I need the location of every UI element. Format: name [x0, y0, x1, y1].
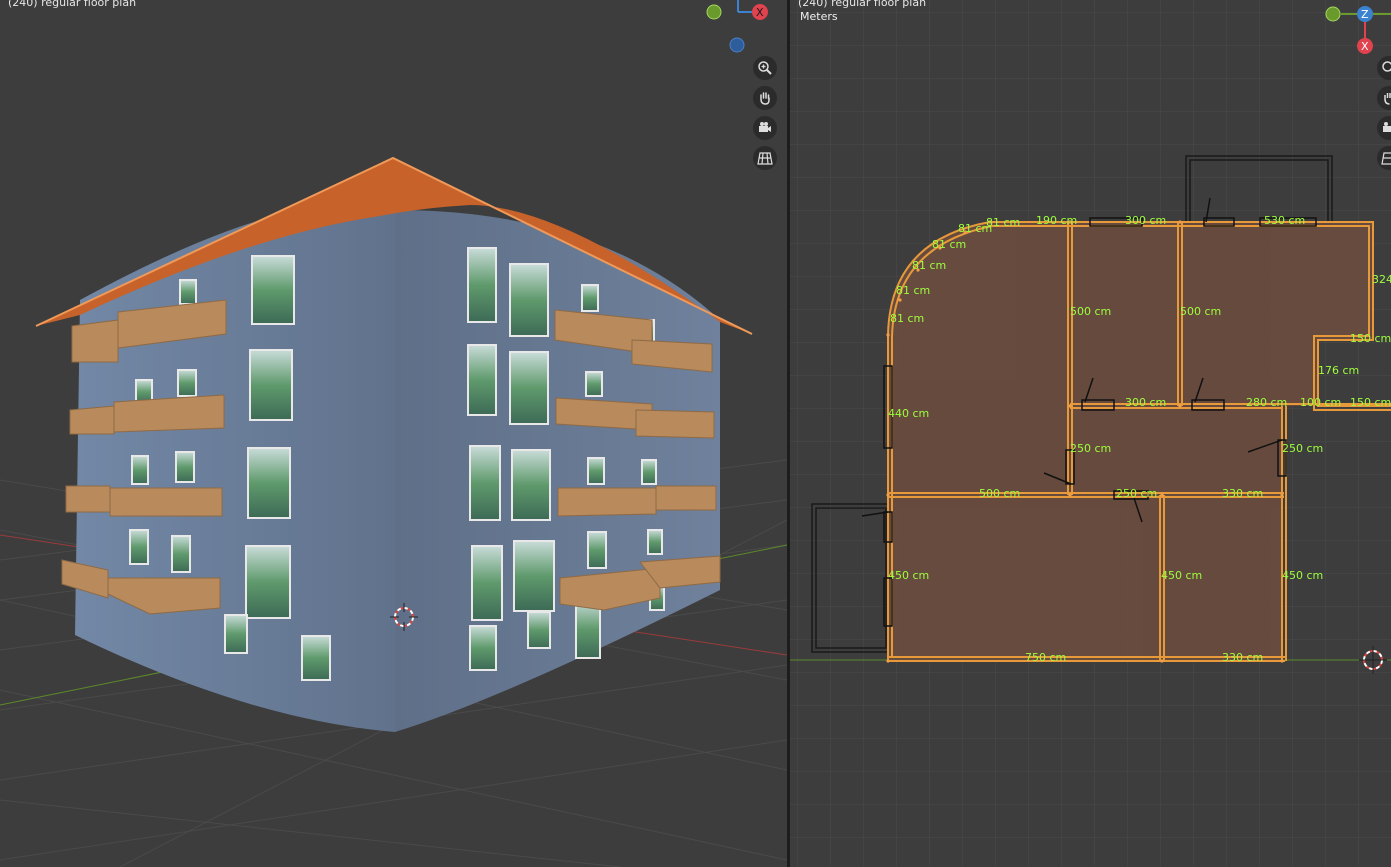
navigation-gizmo: X: [706, 0, 768, 53]
dim-label: 81 cm: [890, 312, 924, 325]
floor-plan-scene: 81 cm 81 cm 81 cm 81 cm 81 cm 81 cm 190 …: [790, 0, 1391, 867]
dim-label: 280 cm: [1246, 396, 1287, 409]
perspective-scene: X: [0, 0, 787, 867]
dim-label: 81 cm: [932, 238, 966, 251]
svg-text:X: X: [1361, 40, 1369, 53]
svg-text:Z: Z: [1361, 8, 1369, 21]
dim-label: 450 cm: [1161, 569, 1202, 582]
dim-label: 500 cm: [1070, 305, 1111, 318]
viewport-header-text: (240) regular floor plan: [798, 0, 927, 9]
dim-label: 100 cm: [1300, 396, 1341, 409]
dim-label: 190 cm: [1036, 214, 1077, 227]
dim-label: 324: [1372, 273, 1391, 286]
dim-label: 300 cm: [1125, 214, 1166, 227]
dim-label: 500 cm: [1180, 305, 1221, 318]
viewport-3d-perspective[interactable]: X (240) regular floor plan: [0, 0, 787, 867]
dim-label: 81 cm: [958, 222, 992, 235]
dim-label: 250 cm: [1070, 442, 1111, 455]
dim-label: 300 cm: [1125, 396, 1166, 409]
viewport-header-text: (240) regular floor plan: [8, 0, 137, 9]
dim-label: 450 cm: [1282, 569, 1323, 582]
dim-label: 750 cm: [1025, 651, 1066, 664]
dim-label: 250 cm: [1116, 487, 1157, 500]
dim-label: 176 cm: [1318, 364, 1359, 377]
dim-label: 500 cm: [979, 487, 1020, 500]
dim-label: 450 cm: [888, 569, 929, 582]
units-label: Meters: [800, 10, 838, 23]
dim-label: 330 cm: [1222, 487, 1263, 500]
dim-label: 440 cm: [888, 407, 929, 420]
dim-label: 150 cm: [1350, 332, 1391, 345]
dim-label: 81 cm: [912, 259, 946, 272]
camera-icon[interactable]: [753, 116, 777, 140]
dim-label: 330 cm: [1222, 651, 1263, 664]
zoom-icon[interactable]: [753, 56, 777, 80]
dim-label: 530 cm: [1264, 214, 1305, 227]
viewport-top-orthographic[interactable]: 81 cm 81 cm 81 cm 81 cm 81 cm 81 cm 190 …: [790, 0, 1391, 867]
svg-text:X: X: [756, 6, 764, 19]
grid-ortho-icon[interactable]: [753, 146, 777, 170]
dim-label: 81 cm: [896, 284, 930, 297]
hand-pan-icon[interactable]: [753, 86, 777, 110]
dim-label: 250 cm: [1282, 442, 1323, 455]
dim-label: 150 cm: [1350, 396, 1391, 409]
